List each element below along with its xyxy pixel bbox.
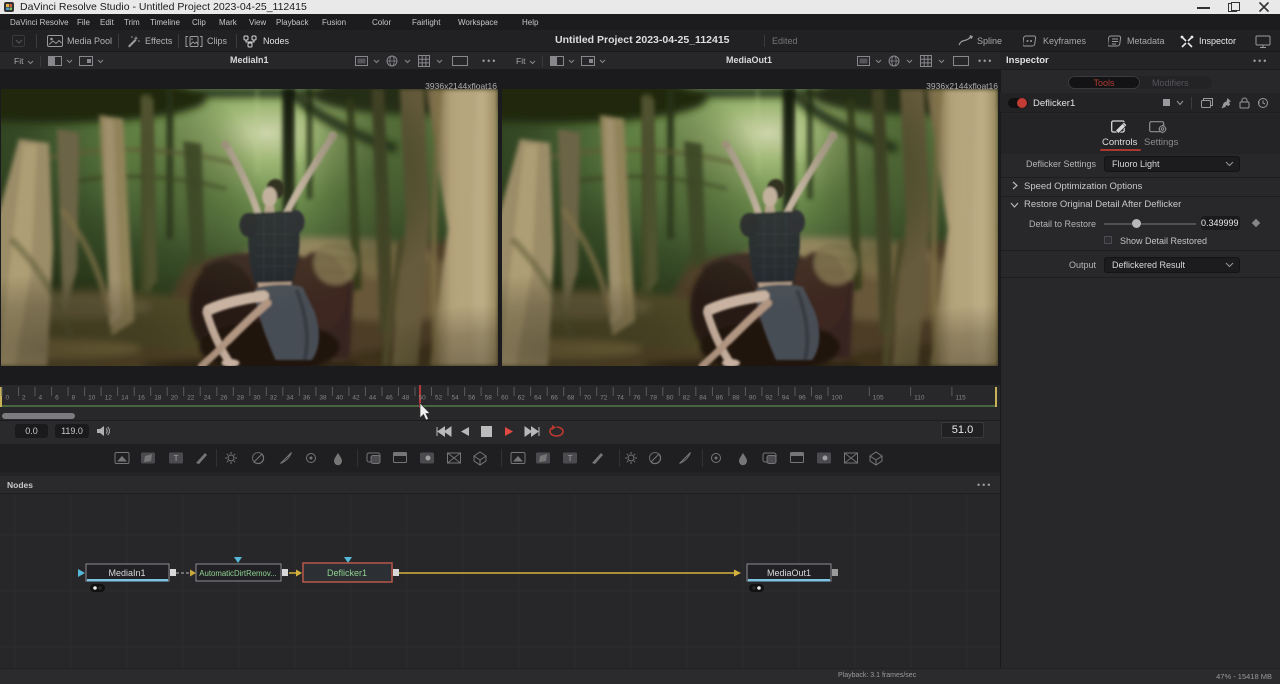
svg-text:10: 10 — [88, 395, 96, 402]
svg-text:54: 54 — [452, 395, 460, 402]
svg-text:42: 42 — [352, 395, 360, 402]
svg-text:14: 14 — [121, 395, 129, 402]
svg-text:56: 56 — [468, 395, 476, 402]
svg-text:T: T — [568, 454, 573, 463]
svg-text:34: 34 — [286, 395, 294, 402]
svg-text:18: 18 — [154, 395, 162, 402]
svg-text:38: 38 — [319, 395, 327, 402]
svg-text:68: 68 — [567, 395, 575, 402]
svg-text:2: 2 — [22, 395, 26, 402]
svg-text:40: 40 — [336, 395, 344, 402]
svg-text:76: 76 — [633, 395, 641, 402]
svg-text:4: 4 — [39, 395, 43, 402]
svg-text:58: 58 — [485, 395, 493, 402]
svg-text:30: 30 — [253, 395, 261, 402]
svg-text:72: 72 — [600, 395, 608, 402]
svg-text:50: 50 — [419, 395, 427, 402]
svg-text:80: 80 — [666, 395, 674, 402]
svg-text:92: 92 — [765, 395, 773, 402]
svg-text:52: 52 — [435, 395, 443, 402]
svg-text:MediaIn1: MediaIn1 — [108, 568, 145, 578]
svg-text:64: 64 — [534, 395, 542, 402]
svg-text:74: 74 — [617, 395, 625, 402]
svg-text:60: 60 — [501, 395, 509, 402]
svg-text:78: 78 — [650, 395, 658, 402]
svg-text:48: 48 — [402, 395, 410, 402]
svg-text:26: 26 — [220, 395, 228, 402]
svg-text:8: 8 — [72, 395, 76, 402]
svg-text:28: 28 — [237, 395, 245, 402]
svg-text:46: 46 — [386, 395, 394, 402]
svg-text:AutomaticDirtRemov...: AutomaticDirtRemov... — [199, 569, 276, 578]
svg-text:115: 115 — [955, 395, 966, 402]
svg-text:24: 24 — [204, 395, 212, 402]
svg-text:12: 12 — [105, 395, 113, 402]
svg-text:110: 110 — [914, 395, 925, 402]
svg-text:100: 100 — [832, 395, 843, 402]
svg-text:Deflicker1: Deflicker1 — [327, 568, 367, 578]
svg-text:0: 0 — [6, 395, 10, 402]
svg-text:16: 16 — [138, 395, 146, 402]
svg-text:MediaOut1: MediaOut1 — [767, 568, 811, 578]
svg-text:44: 44 — [369, 395, 377, 402]
svg-text:94: 94 — [782, 395, 790, 402]
svg-text:32: 32 — [270, 395, 278, 402]
svg-text:86: 86 — [716, 395, 724, 402]
svg-text:96: 96 — [799, 395, 807, 402]
svg-text:84: 84 — [699, 395, 707, 402]
svg-text:36: 36 — [303, 395, 311, 402]
svg-text:22: 22 — [187, 395, 195, 402]
svg-text:98: 98 — [815, 395, 823, 402]
svg-text:70: 70 — [584, 395, 592, 402]
svg-text:62: 62 — [518, 395, 526, 402]
svg-text:88: 88 — [732, 395, 740, 402]
svg-text:66: 66 — [551, 395, 559, 402]
svg-text:T: T — [174, 454, 179, 463]
svg-text:20: 20 — [171, 395, 179, 402]
svg-text:82: 82 — [683, 395, 691, 402]
svg-text:6: 6 — [55, 395, 59, 402]
svg-text:90: 90 — [749, 395, 757, 402]
svg-text:105: 105 — [873, 395, 884, 402]
